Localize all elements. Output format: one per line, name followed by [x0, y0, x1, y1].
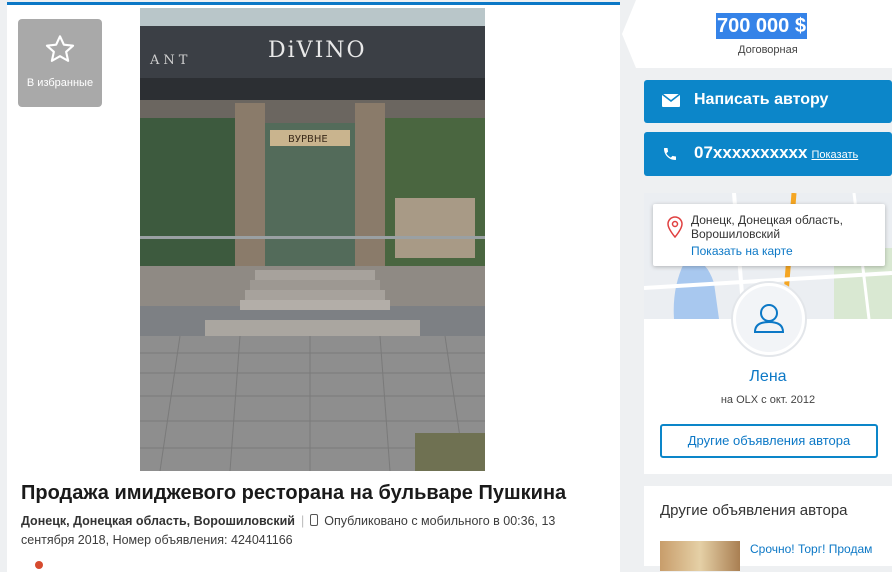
ad-title: Продажа имиджевого ресторана на бульваре…	[21, 482, 567, 504]
map-pin-icon	[667, 216, 683, 238]
other-ads-title: Другие объявления автора	[660, 502, 848, 519]
sign-side: ANT	[149, 53, 191, 68]
favorite-label: В избранные	[26, 77, 94, 89]
ad-location[interactable]: Донецк, Донецкая область, Ворошиловский	[21, 514, 295, 528]
price-value: 700 000 $	[716, 13, 807, 39]
envelope-icon	[662, 94, 680, 107]
other-ads-button[interactable]: Другие объявления автора	[660, 424, 878, 458]
address-text: Донецк, Донецкая область, Ворошиловский	[691, 213, 843, 241]
door-banner: ВУРВНЕ	[288, 134, 328, 145]
ad-photo[interactable]: DiVINO ANT ВУРВНЕ	[140, 8, 485, 471]
address-card: Донецк, Донецкая область, Ворошиловский …	[653, 204, 885, 266]
user-name[interactable]: Лена	[644, 368, 892, 386]
avatar[interactable]	[731, 281, 807, 357]
published-label: Опубликовано с мобильного	[324, 514, 490, 528]
published-date: сентября 2018, Номер объявления: 4240411…	[21, 533, 293, 547]
published-time: в 00:36, 13	[493, 514, 556, 528]
favorite-button[interactable]: В избранные	[18, 19, 102, 107]
star-icon	[45, 35, 75, 62]
show-on-map-link[interactable]: Показать на карте	[691, 244, 793, 258]
sign-brand: DiVINO	[268, 38, 367, 63]
ad-meta: Донецк, Донецкая область, Ворошиловский |…	[21, 512, 581, 550]
user-icon	[753, 304, 785, 333]
avatar-bg	[736, 286, 802, 352]
message-author-button[interactable]: Написать автору	[644, 80, 892, 123]
show-phone-link[interactable]: Показать	[811, 149, 858, 161]
other-ad-thumbnail[interactable]	[660, 541, 740, 571]
price-note: Договорная	[738, 44, 798, 56]
phone-button[interactable]: 07xxxxxxxxxx Показать	[644, 132, 892, 176]
report-dot-icon	[35, 561, 43, 569]
message-author-label: Написать автору	[694, 91, 829, 108]
phone-icon	[664, 148, 676, 160]
phone-number: 07xxxxxxxxxx Показать	[694, 143, 859, 162]
mobile-icon	[310, 514, 319, 526]
user-since: на OLX с окт. 2012	[720, 394, 816, 406]
divider: |	[300, 514, 305, 528]
other-ad-link[interactable]: Срочно! Торг! Продам	[750, 542, 872, 556]
ad-panel: В избранные DiVINO ANT ВУРВНЕ Продажа им…	[7, 2, 620, 572]
